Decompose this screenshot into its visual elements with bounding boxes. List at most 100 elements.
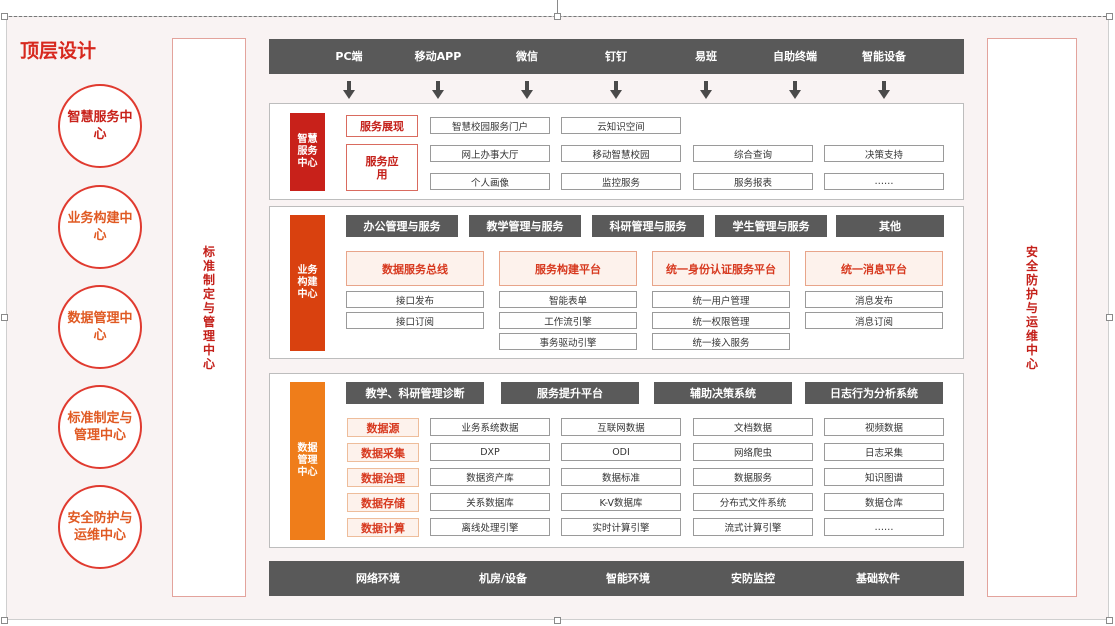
- business-platform[interactable]: 数据服务总线: [346, 251, 484, 286]
- business-platform-item[interactable]: 消息发布: [805, 291, 943, 308]
- down-arrow-icon: [521, 81, 533, 99]
- smart-app-item[interactable]: 综合查询: [693, 145, 813, 162]
- business-platform[interactable]: 统一身份认证服务平台: [652, 251, 790, 286]
- infra-label[interactable]: 安防监控: [703, 568, 803, 588]
- business-platform[interactable]: 统一消息平台: [805, 251, 943, 286]
- data-row-item[interactable]: 业务系统数据: [430, 418, 550, 436]
- down-arrow-icon: [343, 81, 355, 99]
- channel-label[interactable]: 微信: [482, 46, 572, 66]
- business-platform[interactable]: 服务构建平台: [499, 251, 637, 286]
- data-row-item[interactable]: ……: [824, 518, 944, 536]
- data-row-item[interactable]: 分布式文件系统: [693, 493, 813, 511]
- smart-display-item[interactable]: 云知识空间: [561, 117, 681, 134]
- smart-service-label: 智慧服务中心: [290, 113, 325, 191]
- left-nav-circle[interactable]: 智慧服务中心: [58, 84, 142, 168]
- data-row-item[interactable]: ODI: [561, 443, 681, 461]
- data-app-button[interactable]: 辅助决策系统: [654, 382, 792, 404]
- business-domain-button[interactable]: 其他: [836, 215, 944, 237]
- data-row-item[interactable]: 流式计算引擎: [693, 518, 813, 536]
- data-row-item[interactable]: 数据仓库: [824, 493, 944, 511]
- data-app-button[interactable]: 日志行为分析系统: [805, 382, 943, 404]
- data-row-label: 数据采集: [347, 443, 419, 462]
- business-platform-item[interactable]: 消息订阅: [805, 312, 943, 329]
- resize-handle[interactable]: [1106, 13, 1113, 20]
- business-platform-item[interactable]: 统一权限管理: [652, 312, 790, 329]
- business-domain-button[interactable]: 办公管理与服务: [346, 215, 458, 237]
- infra-label[interactable]: 网络环境: [328, 568, 428, 588]
- channel-label[interactable]: 易班: [661, 46, 751, 66]
- data-row-item[interactable]: 视频数据: [824, 418, 944, 436]
- down-arrow-icon: [878, 81, 890, 99]
- resize-handle[interactable]: [1106, 314, 1113, 321]
- down-arrow-icon: [432, 81, 444, 99]
- data-row-label: 数据治理: [347, 468, 419, 487]
- security-panel-label: 安全防护与运维中心: [1025, 245, 1038, 371]
- left-nav-circle[interactable]: 标准制定与管理中心: [58, 385, 142, 469]
- data-row-item[interactable]: K-V数据库: [561, 493, 681, 511]
- left-nav-circle[interactable]: 业务构建中心: [58, 185, 142, 269]
- business-platform-item[interactable]: 事务驱动引擎: [499, 333, 637, 350]
- infra-label[interactable]: 基础软件: [828, 568, 928, 588]
- down-arrow-icon: [610, 81, 622, 99]
- data-row-item[interactable]: 数据标准: [561, 468, 681, 486]
- business-platform-item[interactable]: 统一用户管理: [652, 291, 790, 308]
- data-row-item[interactable]: DXP: [430, 443, 550, 461]
- data-row-label: 数据源: [347, 418, 419, 437]
- data-row-item[interactable]: 离线处理引擎: [430, 518, 550, 536]
- data-row-label: 数据存储: [347, 493, 419, 512]
- data-row-item[interactable]: 网络爬虫: [693, 443, 813, 461]
- service-display-label: 服务展现: [346, 115, 418, 137]
- standards-panel-label: 标准制定与管理中心: [202, 245, 215, 371]
- page-title: 顶层设计: [20, 40, 97, 62]
- channel-label[interactable]: 移动APP: [393, 46, 483, 66]
- smart-app-item[interactable]: ……: [824, 173, 944, 190]
- resize-handle[interactable]: [1106, 617, 1113, 624]
- data-app-button[interactable]: 教学、科研管理诊断: [346, 382, 484, 404]
- business-platform-item[interactable]: 智能表单: [499, 291, 637, 308]
- business-platform-item[interactable]: 接口发布: [346, 291, 484, 308]
- data-row-item[interactable]: 关系数据库: [430, 493, 550, 511]
- smart-app-item[interactable]: 网上办事大厅: [430, 145, 550, 162]
- business-platform-item[interactable]: 接口订阅: [346, 312, 484, 329]
- business-domain-button[interactable]: 学生管理与服务: [715, 215, 827, 237]
- smart-app-item[interactable]: 服务报表: [693, 173, 813, 190]
- smart-app-item[interactable]: 移动智慧校园: [561, 145, 681, 162]
- channel-label[interactable]: 智能设备: [839, 46, 929, 66]
- data-row-item[interactable]: 互联网数据: [561, 418, 681, 436]
- resize-handle[interactable]: [1, 13, 8, 20]
- data-row-item[interactable]: 文档数据: [693, 418, 813, 436]
- data-app-button[interactable]: 服务提升平台: [501, 382, 639, 404]
- service-app-label: 服务应用: [346, 144, 418, 191]
- data-row-item[interactable]: 数据服务: [693, 468, 813, 486]
- business-label: 业务构建中心: [290, 215, 325, 351]
- rotate-line: [557, 0, 558, 13]
- smart-app-item[interactable]: 决策支持: [824, 145, 944, 162]
- data-row-label: 数据计算: [347, 518, 419, 537]
- business-platform-item[interactable]: 统一接入服务: [652, 333, 790, 350]
- channel-label[interactable]: PC端: [304, 46, 394, 66]
- business-platform-item[interactable]: 工作流引擎: [499, 312, 637, 329]
- data-row-item[interactable]: 实时计算引擎: [561, 518, 681, 536]
- infra-label[interactable]: 智能环境: [578, 568, 678, 588]
- business-domain-button[interactable]: 教学管理与服务: [469, 215, 581, 237]
- standards-panel: 标准制定与管理中心: [172, 38, 246, 597]
- resize-handle[interactable]: [1, 314, 8, 321]
- down-arrow-icon: [789, 81, 801, 99]
- smart-app-item[interactable]: 监控服务: [561, 173, 681, 190]
- infra-label[interactable]: 机房/设备: [453, 568, 553, 588]
- resize-handle[interactable]: [554, 617, 561, 624]
- smart-display-item[interactable]: 智慧校园服务门户: [430, 117, 550, 134]
- left-nav-circle[interactable]: 数据管理中心: [58, 285, 142, 369]
- data-row-item[interactable]: 数据资产库: [430, 468, 550, 486]
- data-row-item[interactable]: 知识图谱: [824, 468, 944, 486]
- resize-handle[interactable]: [1, 617, 8, 624]
- down-arrow-icon: [700, 81, 712, 99]
- smart-app-item[interactable]: 个人画像: [430, 173, 550, 190]
- left-nav-circle[interactable]: 安全防护与运维中心: [58, 485, 142, 569]
- data-row-item[interactable]: 日志采集: [824, 443, 944, 461]
- data-label: 数据管理中心: [290, 382, 325, 540]
- channel-label[interactable]: 自助终端: [750, 46, 840, 66]
- business-domain-button[interactable]: 科研管理与服务: [592, 215, 704, 237]
- resize-handle[interactable]: [554, 13, 561, 20]
- channel-label[interactable]: 钉钉: [571, 46, 661, 66]
